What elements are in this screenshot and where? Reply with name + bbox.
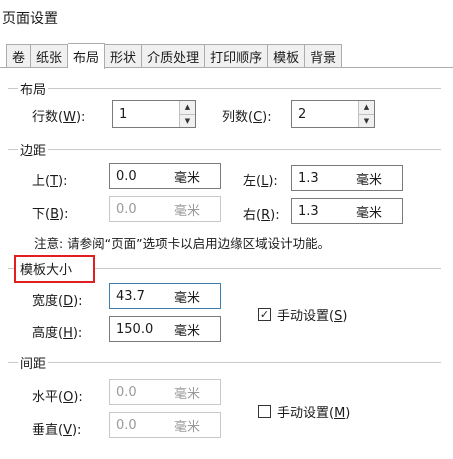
- check-icon: ✓: [259, 308, 270, 321]
- spacing-manual-label: 手动设置(M): [277, 406, 351, 421]
- margin-note: 注意: 请参阅“页面”选项卡以启用边缘区域设计功能。: [34, 236, 331, 251]
- spacing-group-title: 间距: [18, 353, 49, 372]
- spacing-manual-checkbox[interactable]: [258, 405, 271, 418]
- template-manual-checkbox[interactable]: ✓: [258, 308, 271, 321]
- margin-group-title: 边距: [18, 140, 49, 159]
- template-size-group-title: 模板大小: [20, 259, 73, 278]
- margin-left-label: 左(L):: [243, 174, 278, 189]
- horizontal-unit: 毫米: [174, 386, 201, 402]
- tab-roll[interactable]: 卷: [6, 44, 32, 68]
- tab-layout[interactable]: 布局: [68, 43, 106, 69]
- tab-template[interactable]: 模板: [268, 44, 306, 68]
- cols-up-icon[interactable]: ▲: [359, 101, 374, 114]
- margin-top-field[interactable]: 0.0 毫米: [109, 163, 221, 189]
- template-manual-label: 手动设置(S): [277, 309, 348, 324]
- width-value[interactable]: 43.7: [116, 289, 172, 304]
- margin-bottom-field[interactable]: 0.0 毫米: [109, 196, 221, 222]
- width-unit: 毫米: [174, 290, 201, 306]
- vertical-field[interactable]: 0.0 毫米: [109, 412, 221, 438]
- margin-top-label: 上(T):: [32, 174, 68, 189]
- dialog-title: 页面设置: [2, 11, 58, 27]
- margin-bottom-value[interactable]: 0.0: [116, 202, 172, 217]
- horizontal-label: 水平(O):: [32, 390, 83, 405]
- layout-group-title: 布局: [18, 79, 49, 98]
- spacing-manual-checkbox-row[interactable]: 手动设置(M): [258, 402, 350, 421]
- cols-label: 列数(C):: [222, 110, 272, 125]
- layout-group-line: [8, 88, 441, 89]
- height-value[interactable]: 150.0: [116, 322, 172, 337]
- rows-label: 行数(W):: [32, 110, 86, 125]
- rows-value[interactable]: 1: [113, 101, 179, 127]
- margin-left-value[interactable]: 1.3: [298, 171, 354, 186]
- margin-right-unit: 毫米: [356, 205, 383, 221]
- template-manual-checkbox-row[interactable]: ✓ 手动设置(S): [258, 305, 347, 324]
- margin-top-value[interactable]: 0.0: [116, 169, 172, 184]
- margin-left-unit: 毫米: [356, 172, 383, 188]
- tab-media-handling[interactable]: 介质处理: [142, 44, 206, 68]
- height-field[interactable]: 150.0 毫米: [109, 316, 221, 342]
- tab-strip: 卷 纸张 布局 形状 介质处理 打印顺序 模板 背景: [0, 43, 343, 69]
- rows-spinner[interactable]: 1 ▲ ▼: [112, 100, 196, 128]
- rows-up-icon[interactable]: ▲: [180, 101, 195, 114]
- rows-down-icon[interactable]: ▼: [180, 113, 195, 127]
- tab-background[interactable]: 背景: [305, 44, 343, 68]
- vertical-label: 垂直(V):: [32, 423, 82, 438]
- tab-shape[interactable]: 形状: [105, 44, 143, 68]
- vertical-value[interactable]: 0.0: [116, 418, 172, 433]
- margin-bottom-label: 下(B):: [32, 207, 69, 222]
- height-unit: 毫米: [174, 323, 201, 339]
- margin-left-field[interactable]: 1.3 毫米: [291, 165, 403, 191]
- tab-print-order[interactable]: 打印顺序: [205, 44, 269, 68]
- spacing-group-line: [8, 362, 441, 363]
- margin-top-unit: 毫米: [174, 170, 201, 186]
- margin-right-value[interactable]: 1.3: [298, 204, 354, 219]
- margin-right-label: 右(R):: [243, 208, 280, 223]
- cols-spinner[interactable]: 2 ▲ ▼: [291, 100, 375, 128]
- height-label: 高度(H):: [32, 326, 83, 341]
- margin-group-line: [8, 149, 441, 150]
- horizontal-field[interactable]: 0.0 毫米: [109, 379, 221, 405]
- horizontal-value[interactable]: 0.0: [116, 385, 172, 400]
- width-field[interactable]: 43.7 毫米: [109, 283, 221, 309]
- width-label: 宽度(D):: [32, 294, 83, 309]
- margin-bottom-unit: 毫米: [174, 203, 201, 219]
- margin-right-field[interactable]: 1.3 毫米: [291, 198, 403, 224]
- vertical-unit: 毫米: [174, 419, 201, 435]
- tab-paper[interactable]: 纸张: [31, 44, 69, 68]
- cols-down-icon[interactable]: ▼: [359, 113, 374, 127]
- cols-value[interactable]: 2: [292, 101, 358, 127]
